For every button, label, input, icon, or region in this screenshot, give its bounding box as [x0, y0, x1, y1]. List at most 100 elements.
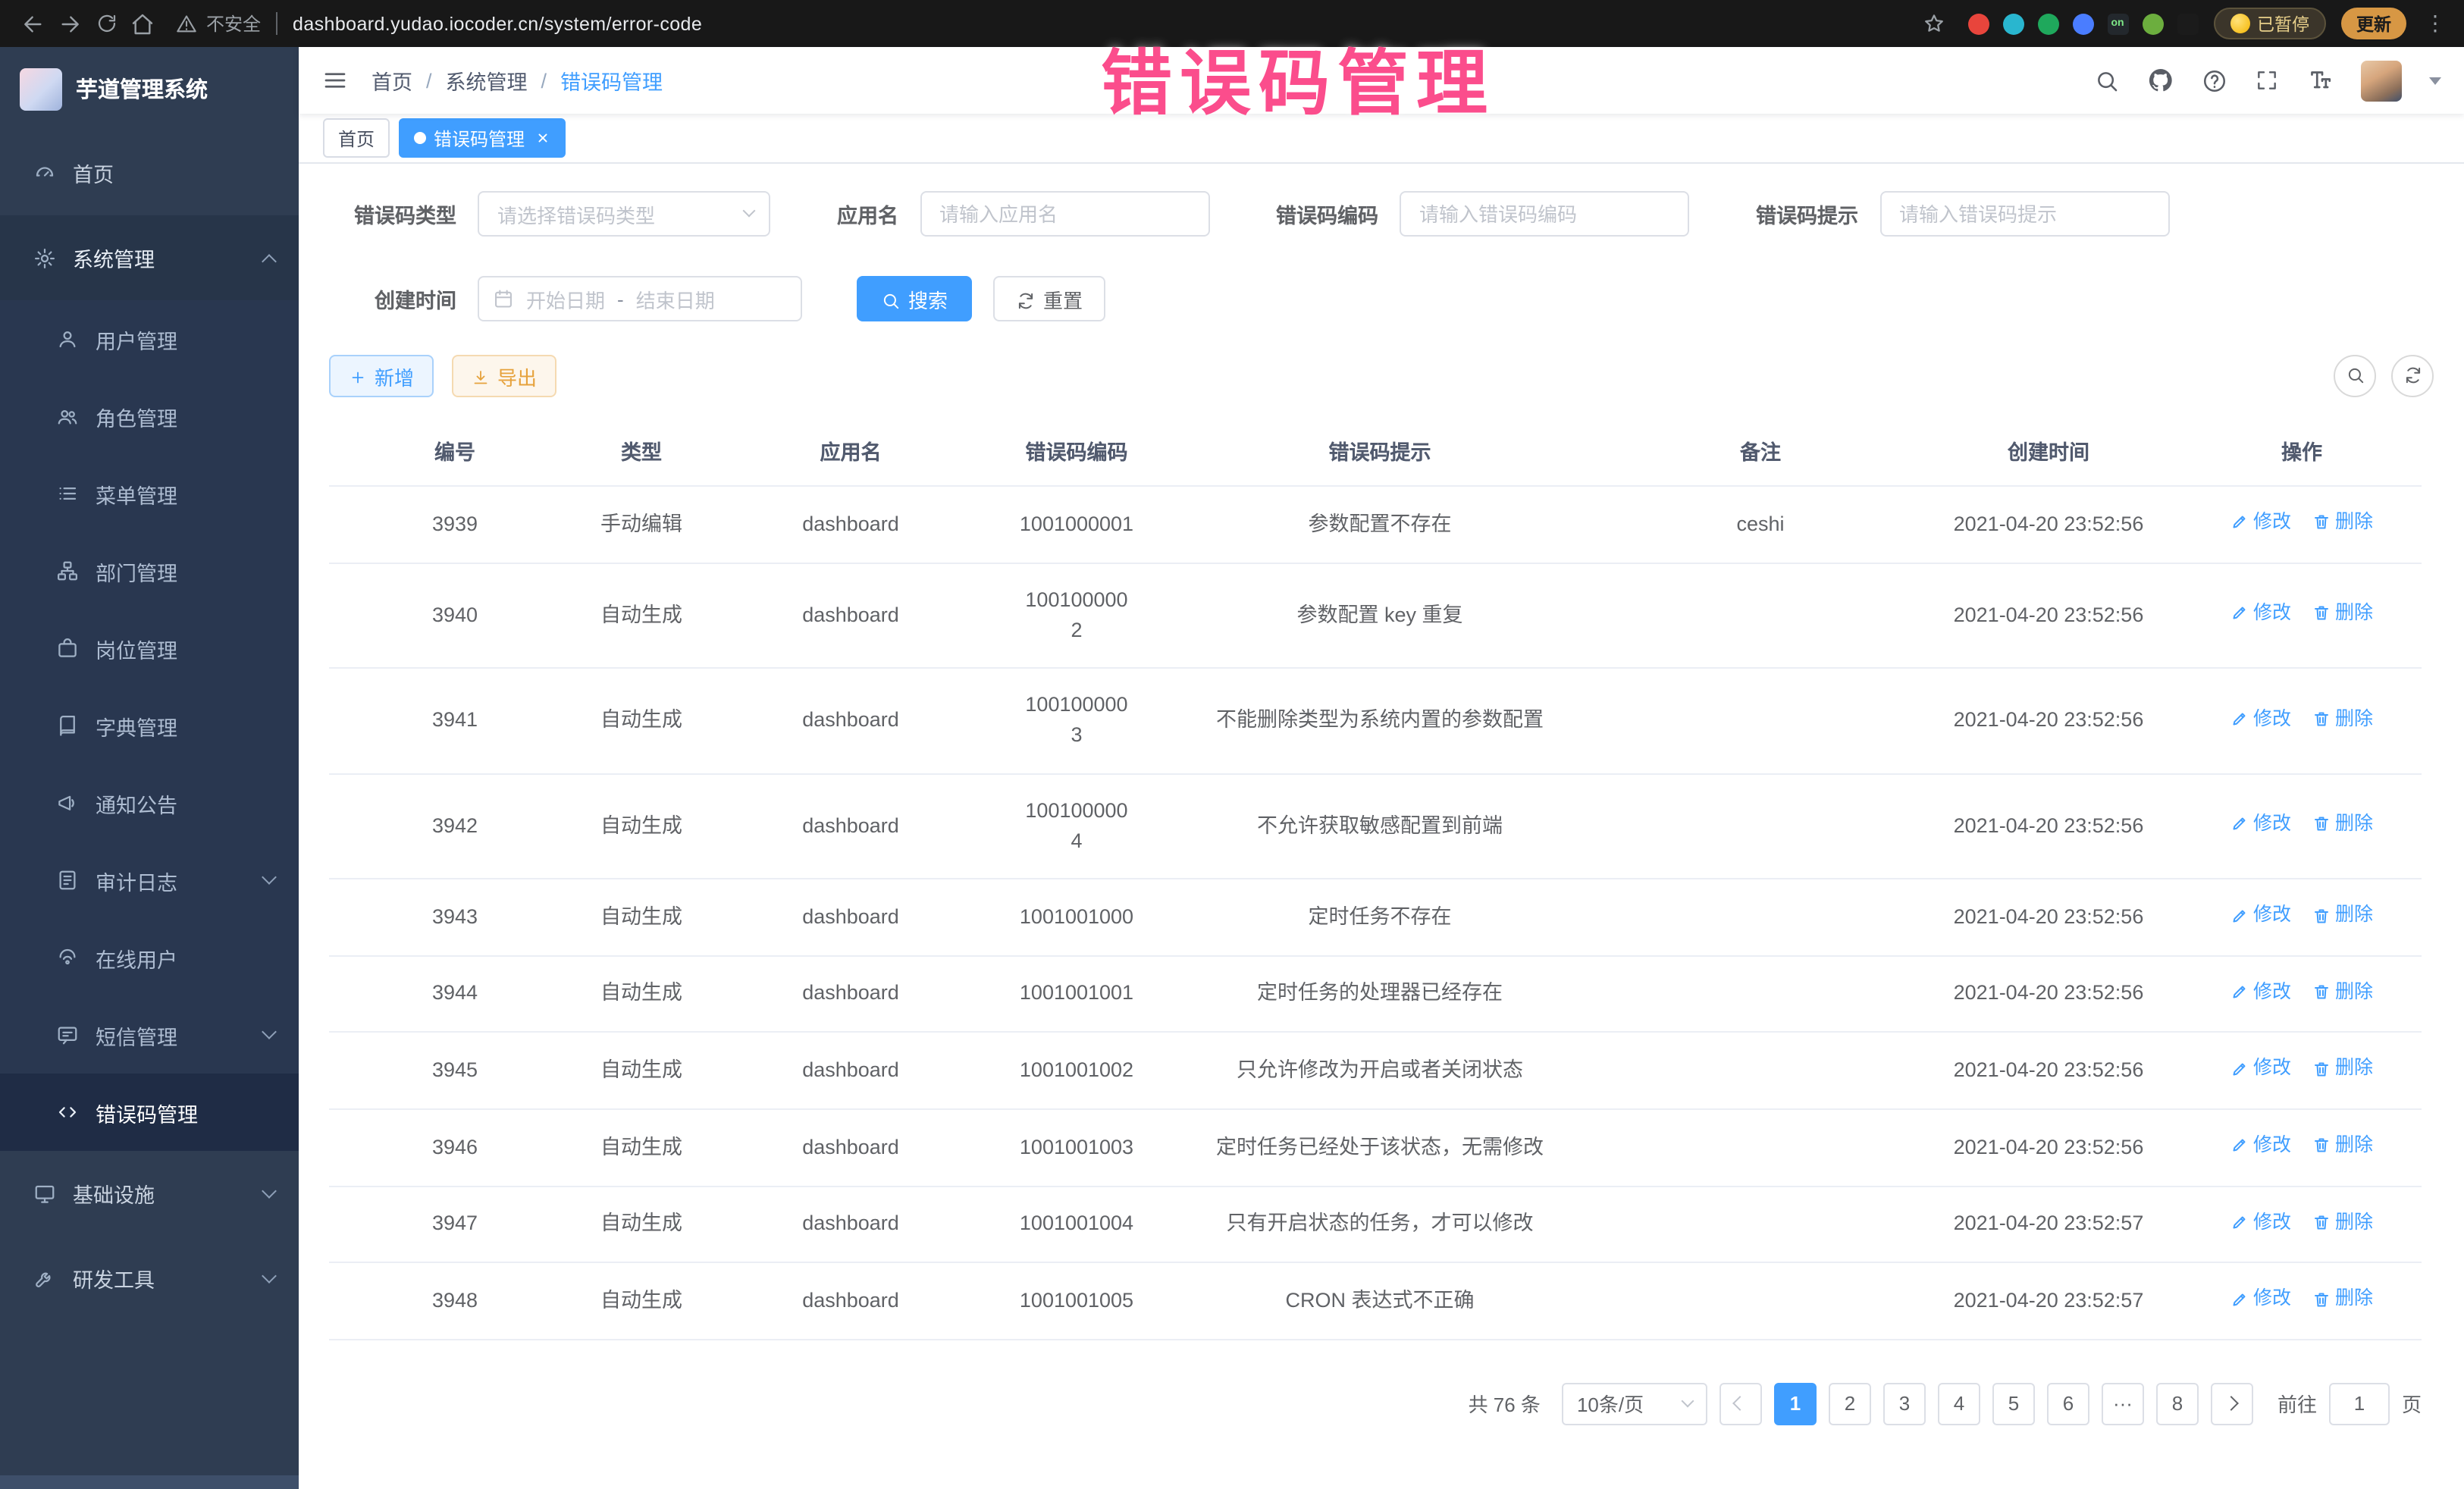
gear-icon	[33, 246, 56, 269]
tab-error-code[interactable]: 错误码管理	[399, 118, 566, 158]
delete-link[interactable]: 删除	[2312, 508, 2373, 537]
edit-link[interactable]: 修改	[2230, 599, 2291, 628]
extension-green-check-icon[interactable]	[2037, 13, 2058, 34]
security-indicator[interactable]: 不安全	[176, 11, 261, 36]
sidebar-item-home[interactable]: 首页	[0, 130, 299, 215]
delete-link[interactable]: 删除	[2312, 1055, 2373, 1083]
toggle-search-button[interactable]	[2334, 355, 2376, 397]
extension-adblock-icon[interactable]	[1967, 13, 1989, 34]
header-search-icon[interactable]	[2094, 67, 2120, 93]
edit-link[interactable]: 修改	[2230, 978, 2291, 1007]
extension-blue-icon[interactable]	[2072, 13, 2093, 34]
sidebar-item-user[interactable]: 用户管理	[0, 300, 299, 378]
page-button-3[interactable]: 3	[1883, 1383, 1926, 1425]
cell-id: 3945	[329, 1033, 581, 1109]
cell-code: 1001001005	[999, 1263, 1154, 1340]
page-button-8[interactable]: 8	[2156, 1383, 2199, 1425]
forward-icon[interactable]	[52, 5, 88, 42]
sidebar-item-dict[interactable]: 字典管理	[0, 687, 299, 764]
delete-link[interactable]: 删除	[2312, 1208, 2373, 1237]
edit-link[interactable]: 修改	[2230, 1285, 2291, 1314]
delete-link[interactable]: 删除	[2312, 978, 2373, 1007]
error-code-input[interactable]	[1400, 191, 1689, 237]
edit-link[interactable]: 修改	[2230, 810, 2291, 839]
tab-close-icon[interactable]	[535, 130, 550, 146]
reset-button[interactable]: 重置	[993, 276, 1105, 321]
app-name-input[interactable]	[920, 191, 1209, 237]
profile-paused-badge[interactable]: 已暂停	[2213, 8, 2326, 39]
refresh-table-button[interactable]	[2391, 355, 2434, 397]
edit-link[interactable]: 修改	[2230, 704, 2291, 733]
page-button-4[interactable]: 4	[1938, 1383, 1980, 1425]
edit-icon	[2230, 513, 2249, 531]
app-logo[interactable]: 芋道管理系统	[0, 47, 299, 130]
sidebar-item-error-code[interactable]: 错误码管理	[0, 1074, 299, 1151]
sidebar-item-infra[interactable]: 基础设施	[0, 1151, 299, 1236]
sidebar-item-sms[interactable]: 短信管理	[0, 996, 299, 1074]
sidebar-item-system[interactable]: 系统管理	[0, 215, 299, 300]
delete-link[interactable]: 删除	[2312, 810, 2373, 839]
page-button-2[interactable]: 2	[1829, 1383, 1871, 1425]
edit-link[interactable]: 修改	[2230, 508, 2291, 537]
breadcrumb-item-1[interactable]: 首页	[371, 65, 412, 96]
delete-link[interactable]: 删除	[2312, 1131, 2373, 1160]
browser-update-button[interactable]: 更新	[2341, 8, 2406, 39]
help-icon[interactable]	[2202, 67, 2227, 93]
delete-link[interactable]: 删除	[2312, 599, 2373, 628]
cell-actions: 修改删除	[2182, 773, 2422, 879]
back-icon[interactable]	[15, 5, 52, 42]
goto-page-input[interactable]	[2329, 1383, 2390, 1425]
bookmark-star-icon[interactable]	[1916, 5, 1952, 42]
search-button[interactable]: 搜索	[857, 276, 972, 321]
sidebar-item-post[interactable]: 岗位管理	[0, 610, 299, 687]
home-icon[interactable]	[124, 5, 161, 42]
fullscreen-icon[interactable]	[2255, 68, 2279, 92]
edit-link[interactable]: 修改	[2230, 1131, 2291, 1160]
edit-link[interactable]: 修改	[2230, 1055, 2291, 1083]
page-button-1[interactable]: 1	[1774, 1383, 1817, 1425]
users-icon	[56, 405, 79, 428]
sidebar-item-online-user[interactable]: 在线用户	[0, 919, 299, 996]
extension-teal-icon[interactable]	[2002, 13, 2024, 34]
page-size-select[interactable]: 10条/页	[1562, 1383, 1707, 1425]
sidebar-item-dev-tools[interactable]: 研发工具	[0, 1236, 299, 1321]
delete-icon	[2312, 1136, 2331, 1155]
page-button-6[interactable]: 6	[2047, 1383, 2089, 1425]
sidebar-item-menu[interactable]: 菜单管理	[0, 455, 299, 532]
user-avatar[interactable]	[2361, 60, 2402, 101]
tab-home[interactable]: 首页	[323, 118, 390, 158]
hamburger-icon[interactable]	[321, 67, 349, 94]
sidebar-item-notice[interactable]: 通知公告	[0, 764, 299, 842]
add-button[interactable]: 新增	[329, 355, 434, 397]
breadcrumb-item-2[interactable]: 系统管理	[446, 65, 528, 96]
cell-app: dashboard	[702, 563, 999, 668]
avatar-caret-icon[interactable]	[2429, 77, 2441, 84]
error-type-select[interactable]: 请选择错误码类型	[478, 191, 770, 237]
cell-hint: 参数配置不存在	[1154, 486, 1606, 563]
page-ellipsis[interactable]: ···	[2102, 1383, 2144, 1425]
date-range-picker[interactable]: 开始日期 - 结束日期	[478, 276, 802, 321]
delete-link[interactable]: 删除	[2312, 901, 2373, 929]
sidebar-item-role[interactable]: 角色管理	[0, 378, 299, 455]
sidebar-item-audit-log[interactable]: 审计日志	[0, 842, 299, 919]
prev-page-button[interactable]	[1719, 1383, 1762, 1425]
extension-grasshopper-icon[interactable]	[2142, 13, 2163, 34]
reload-icon[interactable]	[88, 5, 124, 42]
github-icon[interactable]	[2147, 67, 2174, 94]
delete-link[interactable]: 删除	[2312, 704, 2373, 733]
sidebar-item-dept[interactable]: 部门管理	[0, 532, 299, 610]
address-bar-url[interactable]: dashboard.yudao.iocoder.cn/system/error-…	[293, 13, 702, 34]
error-hint-input[interactable]	[1879, 191, 2169, 237]
font-size-icon[interactable]	[2306, 67, 2334, 94]
export-button[interactable]: 导出	[452, 355, 556, 397]
extension-pin-icon[interactable]	[2177, 13, 2198, 34]
page-button-5[interactable]: 5	[1992, 1383, 2035, 1425]
next-page-button[interactable]	[2211, 1383, 2253, 1425]
edit-link[interactable]: 修改	[2230, 1208, 2291, 1237]
delete-link[interactable]: 删除	[2312, 1285, 2373, 1314]
browser-menu-icon[interactable]: ⋮	[2422, 11, 2449, 36]
cell-created: 2021-04-20 23:52:56	[1915, 668, 2182, 773]
extension-on-badge-icon[interactable]: on	[2107, 13, 2128, 34]
edit-link[interactable]: 修改	[2230, 901, 2291, 929]
sidebar-item-label: 首页	[73, 158, 114, 188]
